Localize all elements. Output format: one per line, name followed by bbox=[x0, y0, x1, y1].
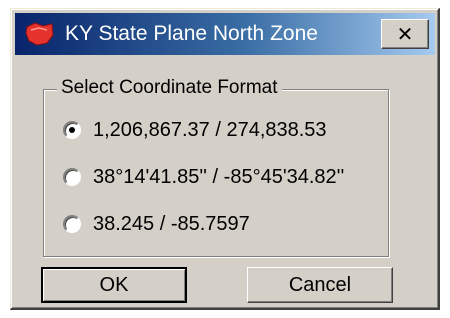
app-icon bbox=[25, 22, 54, 46]
radio-option-dms[interactable]: 38°14'41.85'' / -85°45'34.82'' bbox=[63, 162, 344, 192]
radio-option-decimal-degrees[interactable]: 38.245 / -85.7597 bbox=[63, 209, 250, 239]
radio-button[interactable] bbox=[63, 121, 81, 139]
cancel-button[interactable]: Cancel bbox=[247, 267, 393, 303]
radio-label: 38.245 / -85.7597 bbox=[93, 213, 250, 235]
title-bar[interactable]: KY State Plane North Zone ✕ bbox=[15, 13, 435, 55]
close-button[interactable]: ✕ bbox=[381, 19, 429, 49]
radio-label: 38°14'41.85'' / -85°45'34.82'' bbox=[93, 166, 345, 188]
group-legend: Select Coordinate Format bbox=[57, 76, 282, 100]
close-icon: ✕ bbox=[396, 22, 414, 46]
window-title: KY State Plane North Zone bbox=[65, 22, 318, 45]
radio-button[interactable] bbox=[63, 168, 81, 186]
radio-option-state-plane[interactable]: 1,206,867.37 / 274,838.53 bbox=[63, 115, 327, 145]
radio-label: 1,206,867.37 / 274,838.53 bbox=[93, 119, 327, 141]
radio-button[interactable] bbox=[63, 215, 81, 233]
radio-selected-dot bbox=[69, 127, 75, 133]
dialog-window: KY State Plane North Zone ✕ Select Coord… bbox=[10, 8, 440, 310]
ok-button[interactable]: OK bbox=[41, 267, 187, 303]
